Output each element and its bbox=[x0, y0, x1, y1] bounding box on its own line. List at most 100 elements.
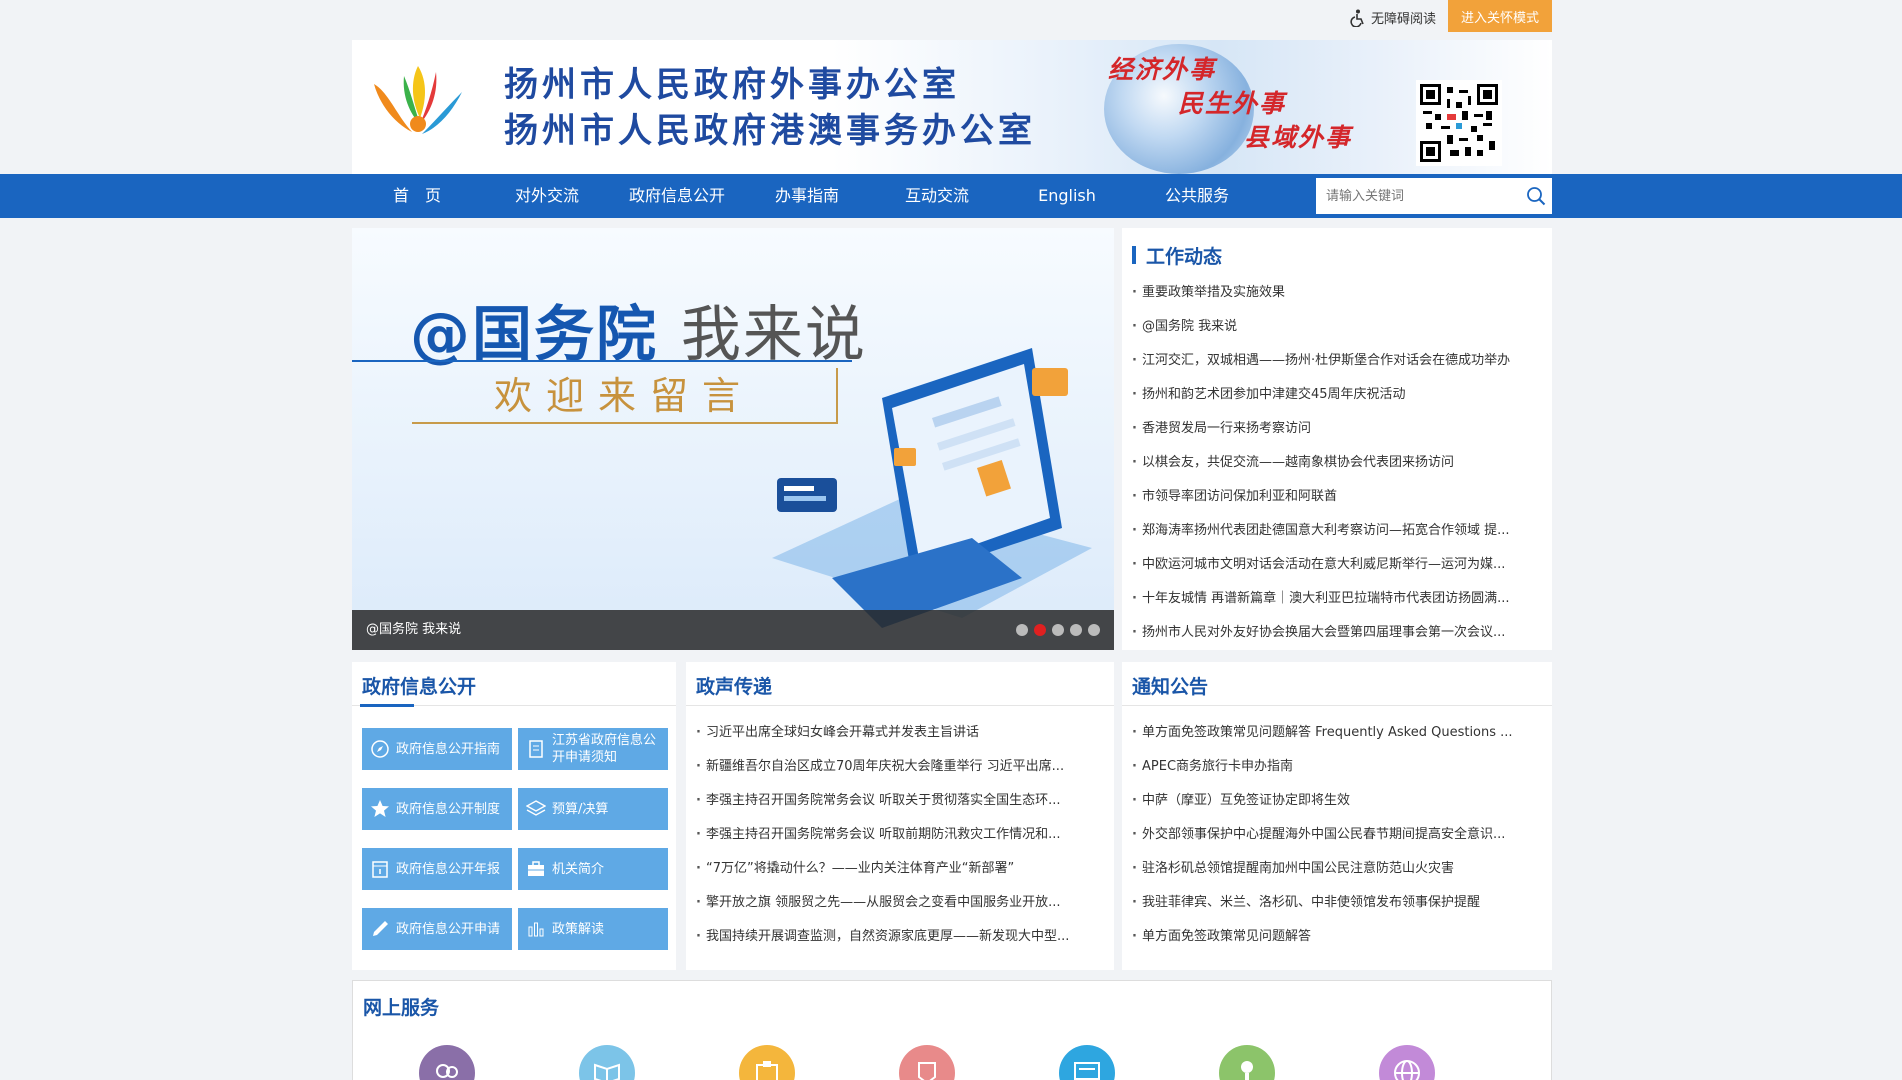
section-marker bbox=[1132, 246, 1136, 264]
carousel-dot[interactable] bbox=[1088, 624, 1100, 636]
nav-public-service[interactable]: 公共服务 bbox=[1132, 174, 1262, 218]
carousel-dots bbox=[1016, 624, 1100, 636]
pen-icon bbox=[373, 921, 388, 936]
globe-icon bbox=[1379, 1045, 1435, 1080]
list-item[interactable]: @国务院 我来说 bbox=[1132, 310, 1544, 344]
carousel-caption-bar: @国务院 我来说 bbox=[352, 610, 1114, 650]
slogan-1: 经济外事 bbox=[1108, 55, 1217, 84]
hero-carousel[interactable]: @国务院 我来说 欢迎来留言 @国务院 我来说 bbox=[352, 228, 1114, 650]
nav-interaction[interactable]: 互动交流 bbox=[872, 174, 1002, 218]
list-item[interactable]: 擎开放之旗 领服贸之先——从服贸会之变看中国服务业开放... bbox=[696, 886, 1106, 920]
nav-service-guide[interactable]: 办事指南 bbox=[742, 174, 872, 218]
nav-foreign-exchange[interactable]: 对外交流 bbox=[482, 174, 612, 218]
carousel-dot[interactable] bbox=[1016, 624, 1028, 636]
gov-info-apply-button[interactable]: 政府信息公开申请 bbox=[362, 908, 512, 950]
service-badge-button[interactable] bbox=[899, 1045, 955, 1080]
list-item[interactable]: 扬州和韵艺术团参加中津建交45周年庆祝活动 bbox=[1132, 378, 1544, 412]
policy-interpretation-button[interactable]: 政策解读 bbox=[518, 908, 668, 950]
gov-info-notice-button[interactable]: 江苏省政府信息公开申请须知 bbox=[518, 728, 668, 770]
service-people-button[interactable] bbox=[419, 1045, 475, 1080]
nav-home[interactable]: 首 页 bbox=[352, 174, 482, 218]
gov-info-title: 政府信息公开 bbox=[362, 676, 477, 698]
work-news-title: 工作动态 bbox=[1146, 246, 1223, 268]
gov-info-guide-button[interactable]: 政府信息公开指南 bbox=[362, 728, 512, 770]
qr-code bbox=[1416, 80, 1502, 166]
calendar-icon bbox=[372, 861, 388, 878]
list-item[interactable]: 以棋会友，共促交流——越南象棋协会代表团来扬访问 bbox=[1132, 446, 1544, 480]
list-item[interactable]: 外交部领事保护中心提醒海外中国公民春节期间提高安全意识... bbox=[1132, 818, 1544, 852]
gov-info-system-button[interactable]: 政府信息公开制度 bbox=[362, 788, 512, 830]
list-item[interactable]: 市领导率团访问保加利亚和阿联酋 bbox=[1132, 480, 1544, 514]
gov-voice-title: 政声传递 bbox=[696, 676, 773, 698]
carousel-caption[interactable]: @国务院 我来说 bbox=[366, 610, 461, 650]
list-item[interactable]: 郑海涛率扬州代表团赴德国意大利考察访问—拓宽合作领域 提... bbox=[1132, 514, 1544, 548]
list-item[interactable]: 单方面免签政策常见问题解答 bbox=[1132, 920, 1544, 954]
clipboard-icon bbox=[739, 1045, 795, 1080]
notices-header: 通知公告 bbox=[1122, 662, 1552, 706]
list-item[interactable]: 扬州市人民对外友好协会换届大会暨第四届理事会第一次会议... bbox=[1132, 616, 1544, 650]
search-box bbox=[1316, 178, 1552, 214]
badge-icon bbox=[899, 1045, 955, 1080]
carousel-dot[interactable] bbox=[1070, 624, 1082, 636]
button-label: 政策解读 bbox=[552, 921, 605, 937]
service-globe-button[interactable] bbox=[1379, 1045, 1435, 1080]
accessibility-label: 无障碍阅读 bbox=[1370, 12, 1436, 27]
nav-english[interactable]: English bbox=[1002, 174, 1132, 218]
button-label: 机关简介 bbox=[552, 861, 605, 877]
list-item[interactable]: 中萨（摩亚）互免签证协定即将生效 bbox=[1132, 784, 1544, 818]
search-input[interactable] bbox=[1316, 178, 1516, 214]
list-item[interactable]: 十年友城情 再谱新篇章｜澳大利亚巴拉瑞特市代表团访扬圆满... bbox=[1132, 582, 1544, 616]
list-item[interactable]: 我国持续开展调查监测，自然资源家底更厚——新发现大中型... bbox=[696, 920, 1106, 954]
list-item[interactable]: “7万亿”将撬动什么？——业内关注体育产业“新部署” bbox=[696, 852, 1106, 886]
nav-gov-info[interactable]: 政府信息公开 bbox=[612, 174, 742, 218]
service-book-button[interactable] bbox=[579, 1045, 635, 1080]
list-item[interactable]: 驻洛杉矶总领馆提醒南加州中国公民注意防范山火灾害 bbox=[1132, 852, 1544, 886]
gov-info-header: 政府信息公开 bbox=[352, 662, 676, 707]
list-item[interactable]: 我驻菲律宾、米兰、洛杉矶、中非使领馆发布领事保护提醒 bbox=[1132, 886, 1544, 920]
list-item[interactable]: 李强主持召开国务院常务会议 听取关于贯彻落实全国生态环... bbox=[696, 784, 1106, 818]
header-banner: 扬州市人民政府外事办公室 扬州市人民政府港澳事务办公室 经济外事 民生外事 县域… bbox=[352, 40, 1552, 174]
list-item[interactable]: APEC商务旅行卡申办指南 bbox=[1132, 750, 1544, 784]
notices-panel: 通知公告 单方面免签政策常见问题解答 Frequently Asked Ques… bbox=[1122, 662, 1552, 970]
carousel-dot-active[interactable] bbox=[1034, 624, 1046, 636]
gov-info-panel: 政府信息公开 政府信息公开指南 江苏省政府信息公开申请须知 政府信息公开制度 预… bbox=[352, 662, 676, 970]
wheelchair-icon bbox=[1350, 9, 1364, 27]
online-services-title: 网上服务 bbox=[363, 997, 440, 1019]
service-screen-button[interactable] bbox=[1059, 1045, 1115, 1080]
book-icon bbox=[579, 1045, 635, 1080]
list-item[interactable]: 新疆维吾尔自治区成立70周年庆祝大会隆重举行 习近平出席... bbox=[696, 750, 1106, 784]
budget-button[interactable]: 预算/决算 bbox=[518, 788, 668, 830]
site-title-line1: 扬州市人民政府外事办公室 bbox=[504, 65, 960, 105]
button-label: 政府信息公开指南 bbox=[396, 741, 501, 757]
service-clipboard-button[interactable] bbox=[739, 1045, 795, 1080]
list-item[interactable]: 重要政策举措及实施效果 bbox=[1132, 276, 1544, 310]
site-title-line2: 扬州市人民政府港澳事务办公室 bbox=[504, 111, 1036, 151]
gov-voice-header: 政声传递 bbox=[686, 662, 1114, 706]
title-underline bbox=[360, 704, 414, 707]
accessibility-link[interactable]: 无障碍阅读 bbox=[1349, 8, 1436, 27]
button-label: 江苏省政府信息公开申请须知 bbox=[552, 733, 657, 765]
list-item[interactable]: 习近平出席全球妇女峰会开幕式并发表主旨讲话 bbox=[696, 716, 1106, 750]
list-item[interactable]: 单方面免签政策常见问题解答 Frequently Asked Questions… bbox=[1132, 716, 1544, 750]
main-nav: 首 页 对外交流 政府信息公开 办事指南 互动交流 English 公共服务 bbox=[0, 174, 1902, 218]
carousel-dot[interactable] bbox=[1052, 624, 1064, 636]
list-item[interactable]: 江河交汇，双城相遇——扬州·杜伊斯堡合作对话会在德成功举办 bbox=[1132, 344, 1544, 378]
button-label: 政府信息公开制度 bbox=[396, 801, 501, 817]
button-label: 政府信息公开年报 bbox=[396, 861, 501, 877]
care-mode-button[interactable]: 进入关怀模式 bbox=[1448, 0, 1552, 32]
notices-title: 通知公告 bbox=[1132, 676, 1209, 698]
list-item[interactable]: 香港贸发局一行来扬考察访问 bbox=[1132, 412, 1544, 446]
gov-info-report-button[interactable]: 政府信息公开年报 bbox=[362, 848, 512, 890]
slogan-3: 县域外事 bbox=[1244, 123, 1353, 152]
list-item[interactable]: 中欧运河城市文明对话会活动在意大利威尼斯举行—运河为媒... bbox=[1132, 548, 1544, 582]
service-person-button[interactable] bbox=[1219, 1045, 1275, 1080]
list-item[interactable]: 李强主持召开国务院常务会议 听取前期防汛救灾工作情况和... bbox=[696, 818, 1106, 852]
notices-list: 单方面免签政策常见问题解答 Frequently Asked Questions… bbox=[1132, 716, 1544, 954]
laptop-illustration bbox=[772, 348, 1092, 628]
agency-intro-button[interactable]: 机关简介 bbox=[518, 848, 668, 890]
work-news-list: 重要政策举措及实施效果 @国务院 我来说 江河交汇，双城相遇——扬州·杜伊斯堡合… bbox=[1132, 276, 1544, 650]
search-icon[interactable] bbox=[1526, 186, 1546, 206]
screen-icon bbox=[1059, 1045, 1115, 1080]
bar-chart-icon bbox=[528, 922, 544, 937]
top-utility-bar: 无障碍阅读 进入关怀模式 bbox=[352, 0, 1552, 40]
